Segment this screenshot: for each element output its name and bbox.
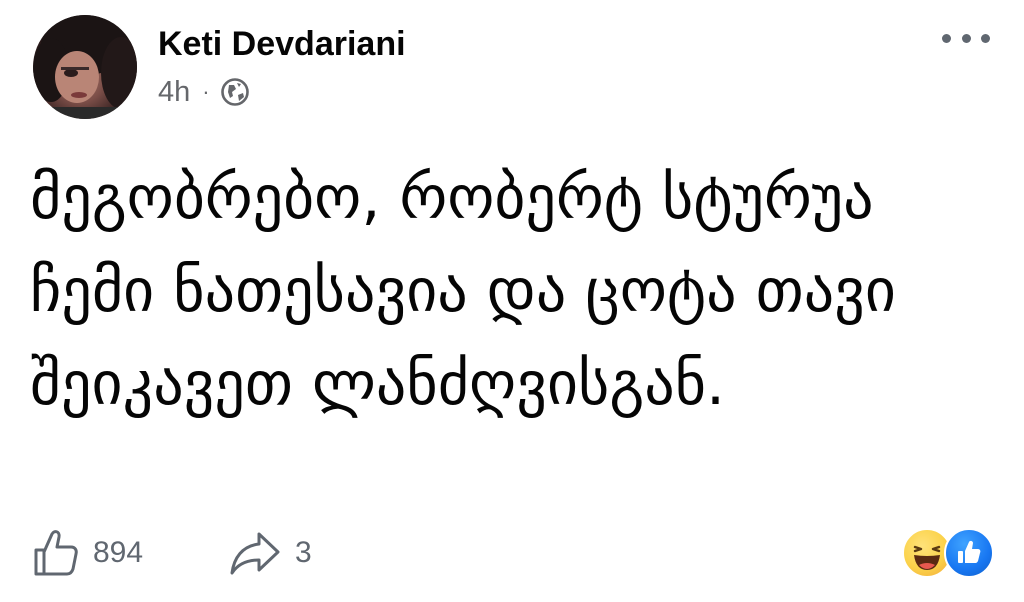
like-count: 894	[93, 536, 144, 569]
more-options-button[interactable]	[942, 24, 990, 52]
like-button[interactable]: 894	[33, 525, 143, 581]
thumbs-up-reaction-icon	[958, 540, 981, 563]
globe-icon[interactable]	[220, 77, 250, 107]
thumbs-up-icon	[34, 530, 78, 576]
post-text: მეგობრებო, რობერტ სტურუა ჩემი ნათესავია …	[30, 163, 916, 419]
author-name[interactable]: Keti Devdariani	[158, 24, 406, 64]
share-count: 3	[295, 536, 312, 569]
post-timestamp[interactable]: 4h	[158, 76, 190, 109]
avatar-photo	[33, 15, 137, 119]
post-meta: 4h ·	[158, 74, 250, 110]
facebook-post: Keti Devdariani 4h · მეგობრებო, რობერტ ს…	[0, 0, 1024, 602]
more-dot-icon	[981, 33, 990, 43]
share-arrow-icon	[230, 532, 280, 575]
more-dot-icon	[961, 33, 971, 43]
like-reaction-icon	[944, 528, 994, 578]
reactions-summary[interactable]	[902, 528, 994, 578]
post-footer: 894 3	[33, 525, 994, 581]
author-avatar[interactable]	[33, 15, 137, 119]
share-button[interactable]: 3	[229, 525, 312, 581]
meta-separator: ·	[202, 79, 210, 104]
more-dot-icon	[942, 33, 951, 43]
